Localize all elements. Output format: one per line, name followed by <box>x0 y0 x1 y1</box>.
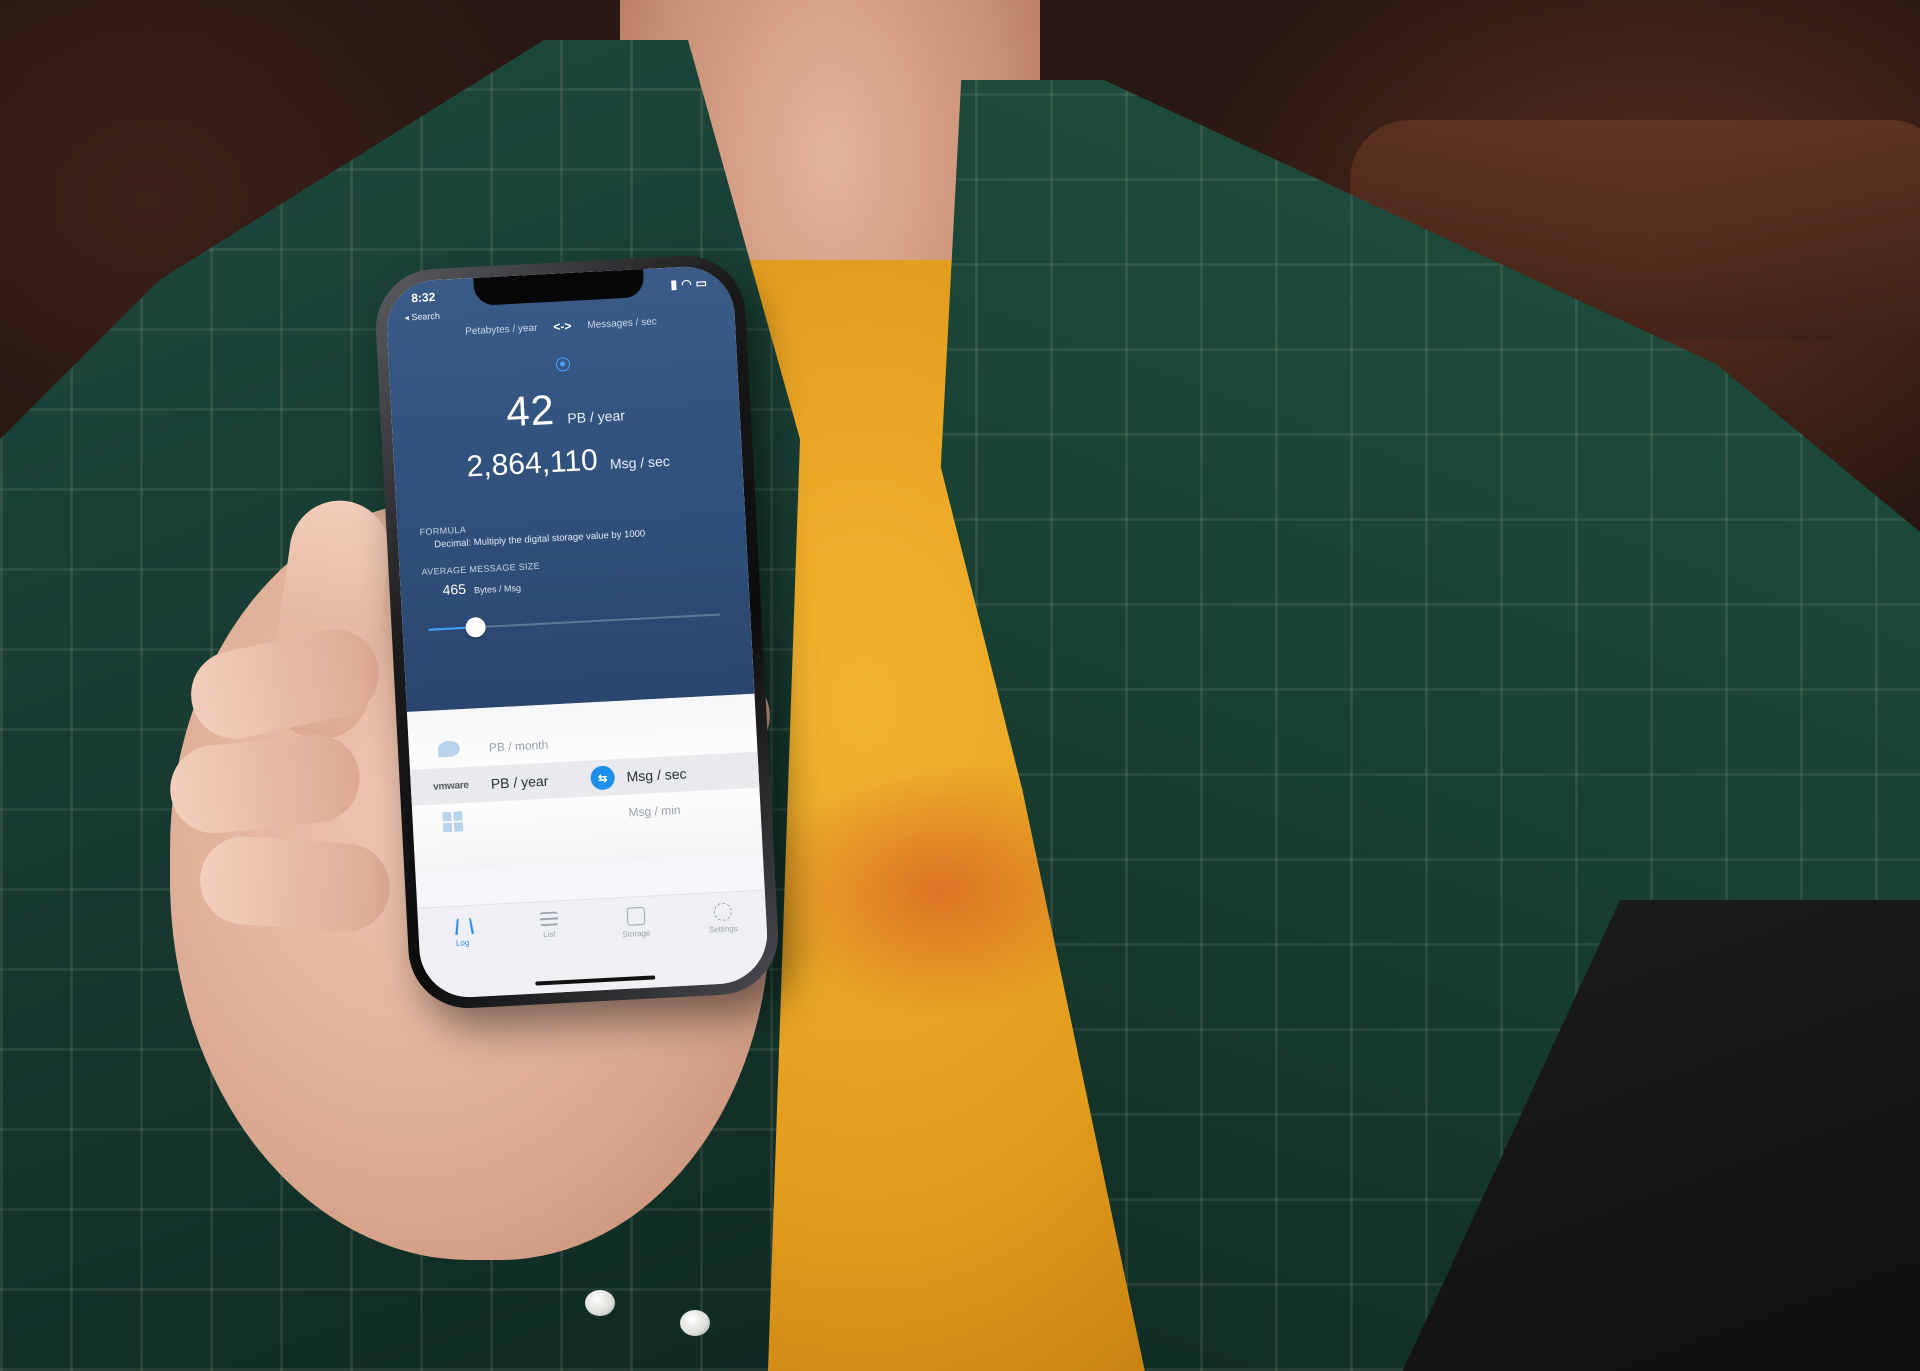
picker-left-unit <box>493 814 593 819</box>
tab-label: Settings <box>708 924 738 935</box>
battery-icon: ▭ <box>695 275 708 291</box>
wifi-icon: ◠ <box>680 276 692 292</box>
output-value: 2,864,110 <box>465 443 599 484</box>
picker-logo <box>408 726 488 730</box>
to-unit-label[interactable]: Messages / sec <box>587 316 657 331</box>
picker-right-unit: Msg / min <box>628 802 681 820</box>
tab-settings[interactable]: Settings <box>692 901 756 985</box>
calendar-icon <box>626 906 645 926</box>
avg-message-unit: Bytes / Msg <box>473 582 522 596</box>
picker-left-unit: PB / year <box>490 772 549 792</box>
output-value-row: 2,864,110 Msg / sec <box>393 436 742 488</box>
photo-background <box>0 0 1920 1371</box>
input-value[interactable]: 42 <box>505 386 556 436</box>
list-icon <box>539 911 558 927</box>
tab-label: Log <box>455 938 470 948</box>
tab-bar: Log List Storage Settings <box>417 889 770 1000</box>
gear-icon <box>712 902 732 922</box>
tab-log[interactable]: Log <box>431 915 495 999</box>
output-unit: Msg / sec <box>609 452 671 473</box>
tab-label: List <box>542 929 556 940</box>
swap-units-arrows[interactable]: <-> <box>553 319 572 334</box>
twitter-icon <box>409 738 490 761</box>
formula-block: FORMULA Decimal: Multiply the digital st… <box>419 511 733 551</box>
slider-thumb[interactable] <box>464 616 486 638</box>
phone-screen: 8:32 ▮ ◠ ▭ ◂ Search Petabytes / year <->… <box>384 264 770 1000</box>
picker-left-unit: PB / month <box>488 737 549 755</box>
target-icon[interactable] <box>555 357 571 372</box>
smartphone: 8:32 ▮ ◠ ▭ ◂ Search Petabytes / year <->… <box>372 252 782 1012</box>
finger <box>197 833 393 935</box>
jacket-button <box>585 1290 615 1316</box>
signal-icon: ▮ <box>670 277 678 292</box>
windows-icon <box>412 810 493 834</box>
from-unit-label[interactable]: Petabytes / year <box>465 322 538 337</box>
vmware-logo: vmware <box>432 779 469 793</box>
converter-panel: 8:32 ▮ ◠ ▭ ◂ Search Petabytes / year <->… <box>384 264 755 713</box>
status-icons: ▮ ◠ ▭ <box>670 276 707 292</box>
avg-message-title: AVERAGE MESSAGE SIZE <box>421 560 541 578</box>
input-unit: PB / year <box>566 407 626 427</box>
swap-icon[interactable]: ⇆ <box>590 765 616 791</box>
tab-label: Storage <box>622 928 651 940</box>
picker-right-unit: Msg / sec <box>626 765 687 785</box>
unit-picker[interactable]: PB / month vmware PB / year ⇆ Msg / sec … <box>406 693 763 872</box>
message-size-slider[interactable] <box>428 604 721 639</box>
status-time: 8:32 <box>410 289 436 306</box>
avg-message-value: 465 <box>442 580 467 598</box>
back-to-search-link[interactable]: ◂ Search <box>404 311 440 324</box>
avg-message-value-row: 465 Bytes / Msg <box>442 578 521 598</box>
input-value-row: 42 PB / year <box>390 376 740 442</box>
compass-icon <box>452 916 471 935</box>
jacket-button <box>680 1310 710 1336</box>
